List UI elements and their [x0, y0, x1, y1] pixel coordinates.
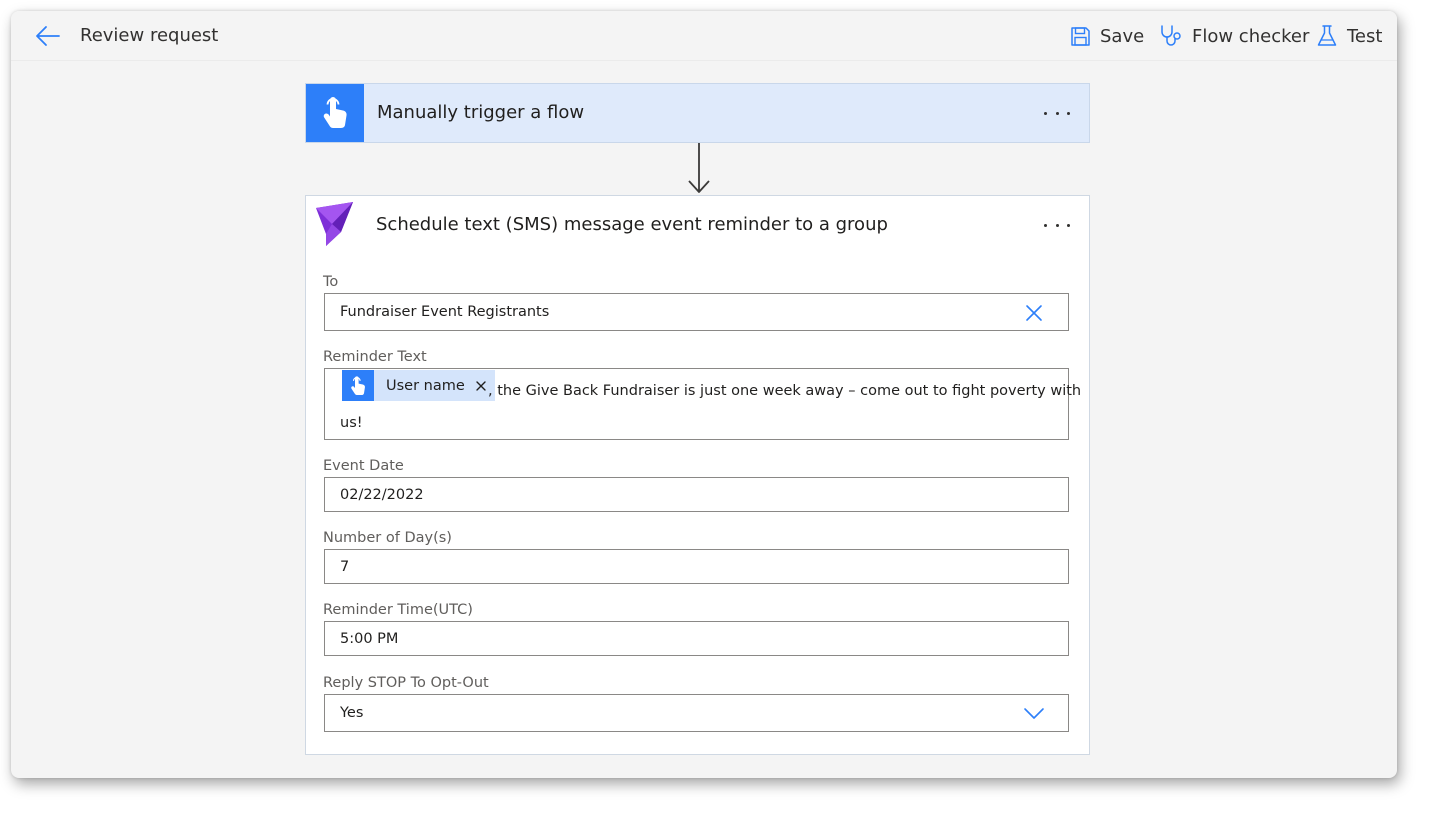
event-date-value: 02/22/2022	[340, 487, 424, 503]
trigger-more-button[interactable]	[1039, 102, 1075, 124]
connector-arrow-icon	[688, 143, 710, 193]
action-title: Schedule text (SMS) message event remind…	[376, 214, 888, 235]
flow-editor-window: Review request Save Flow checker Test Ma…	[11, 11, 1397, 778]
touch-hand-icon	[323, 97, 347, 128]
token-touch-icon	[342, 370, 374, 401]
trigger-title: Manually trigger a flow	[377, 102, 585, 123]
action-more-button[interactable]	[1039, 214, 1075, 236]
reminder-text-field[interactable]: User name , the Give Back Fundraiser is …	[324, 368, 1081, 440]
reminder-time-field[interactable]: 5:00 PM	[324, 621, 1069, 656]
flow-checker-label: Flow checker	[1192, 25, 1310, 47]
save-icon	[1071, 26, 1090, 46]
opt-out-value: Yes	[340, 705, 364, 721]
days-field[interactable]: 7	[324, 549, 1069, 584]
token-remove-icon[interactable]	[473, 378, 489, 394]
user-name-token[interactable]: User name	[342, 370, 495, 401]
beaker-icon	[1317, 25, 1337, 46]
event-date-label: Event Date	[323, 458, 404, 474]
to-label: To	[323, 274, 339, 290]
days-label: Number of Day(s)	[323, 530, 452, 546]
back-button[interactable]	[35, 24, 61, 48]
connector-logo-icon	[316, 202, 353, 246]
reminder-text-label: Reminder Text	[323, 349, 427, 365]
clear-icon[interactable]	[1024, 303, 1044, 323]
action-card: Schedule text (SMS) message event remind…	[305, 195, 1090, 755]
save-label: Save	[1100, 25, 1145, 47]
chevron-down-icon[interactable]	[1023, 705, 1045, 721]
test-button[interactable]: Test	[1316, 23, 1382, 49]
reminder-text-line2: us!	[340, 415, 363, 431]
test-label: Test	[1347, 25, 1383, 47]
opt-out-label: Reply STOP To Opt-Out	[323, 675, 489, 691]
to-value: Fundraiser Event Registrants	[340, 304, 550, 320]
token-label: User name	[386, 377, 465, 394]
opt-out-dropdown[interactable]: Yes	[324, 694, 1069, 732]
reminder-time-value: 5:00 PM	[340, 631, 399, 647]
save-button[interactable]: Save	[1070, 23, 1144, 49]
page-title: Review request	[80, 25, 219, 46]
days-value: 7	[340, 559, 350, 575]
to-field[interactable]: Fundraiser Event Registrants	[324, 293, 1069, 331]
trigger-card[interactable]: Manually trigger a flow	[305, 83, 1090, 143]
flow-checker-button[interactable]: Flow checker	[1159, 23, 1309, 49]
reminder-text-line1: , the Give Back Fundraiser is just one w…	[488, 383, 1082, 399]
reminder-time-label: Reminder Time(UTC)	[323, 602, 473, 618]
command-bar: Review request Save Flow checker Test	[11, 11, 1397, 61]
event-date-field[interactable]: 02/22/2022	[324, 477, 1069, 512]
trigger-icon-box	[306, 84, 364, 142]
stethoscope-icon	[1161, 25, 1181, 46]
back-arrow-icon	[36, 26, 60, 46]
